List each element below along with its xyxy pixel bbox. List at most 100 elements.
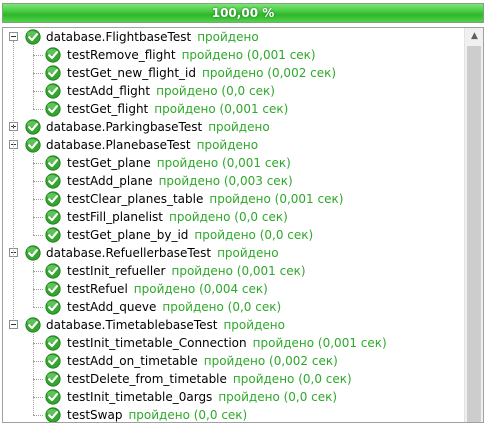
tree-node-label: testAdd_queve пройдено (0,0 сек) bbox=[67, 298, 281, 316]
green-check-icon bbox=[45, 227, 61, 243]
test-results-tree[interactable]: database.FlightbaseTest пройдено testRemov… bbox=[3, 28, 464, 422]
tree-connector bbox=[33, 307, 43, 308]
tree-node-label: testAdd_plane пройдено (0,003 сек) bbox=[67, 172, 293, 190]
test-name: testDelete_from_timetable bbox=[67, 372, 227, 386]
test-status: пройдено (0,001 сек) bbox=[154, 102, 289, 116]
test-node[interactable]: testInit_timetable_Connection пройдено (0… bbox=[3, 334, 443, 352]
tree-connector bbox=[33, 415, 43, 416]
test-name: testGet_new_flight_id bbox=[67, 66, 197, 80]
suite-node[interactable]: database.FlightbaseTest пройдено bbox=[3, 28, 443, 46]
tree-node-label: testDelete_from_timetable пройдено (0,0 с… bbox=[67, 370, 352, 388]
tree-node-label: testFill_planelist пройдено (0,0 сек) bbox=[67, 208, 288, 226]
test-node[interactable]: testGet_plane пройдено (0,001 сек) bbox=[3, 154, 443, 172]
tree-node-label: database.RefuellerbaseTest пройдено bbox=[46, 244, 279, 262]
suite-node[interactable]: database.ParkingbaseTest пройдено bbox=[3, 118, 443, 136]
tree-connector bbox=[33, 271, 43, 272]
green-check-icon bbox=[45, 83, 61, 99]
test-node[interactable]: testAdd_on_timetable пройдено (0,002 сек) bbox=[3, 352, 443, 370]
tree-connector bbox=[33, 343, 43, 344]
tree-connector bbox=[33, 235, 43, 236]
test-node[interactable]: testDelete_from_timetable пройдено (0,0 с… bbox=[3, 370, 443, 388]
test-status: пройдено (0,001 сек) bbox=[209, 192, 344, 206]
test-node[interactable]: testInit_refueller пройдено (0,001 сек) bbox=[3, 262, 443, 280]
test-status: пройдено (0,004 сек) bbox=[133, 282, 268, 296]
test-node[interactable]: testSwap пройдено (0,0 сек) bbox=[3, 406, 443, 422]
test-node[interactable]: testGet_plane_by_id пройдено (0,0 сек) bbox=[3, 226, 443, 244]
green-check-icon bbox=[45, 407, 61, 422]
test-name: testAdd_flight bbox=[67, 84, 151, 98]
tree-node-label: testGet_plane_by_id пройдено (0,0 сек) bbox=[67, 226, 313, 244]
green-check-icon bbox=[45, 209, 61, 225]
test-node[interactable]: testRefuel пройдено (0,004 сек) bbox=[3, 280, 443, 298]
suite-node[interactable]: database.RefuellerbaseTest пройдено bbox=[3, 244, 443, 262]
tree-connector bbox=[33, 109, 43, 110]
green-check-icon bbox=[45, 371, 61, 387]
tree-node-label: testSwap пройдено (0,0 сек) bbox=[67, 406, 247, 422]
tree-connector bbox=[33, 181, 43, 182]
test-name: database.TimetablebaseTest bbox=[46, 318, 218, 332]
test-status: пройдено bbox=[196, 138, 259, 152]
tree-connector bbox=[33, 163, 43, 164]
test-node[interactable]: testClear_planes_table пройдено (0,001 се… bbox=[3, 190, 443, 208]
test-name: testRefuel bbox=[67, 282, 128, 296]
test-status: пройдено (0,002 сек) bbox=[202, 66, 337, 80]
test-status: пройдено bbox=[217, 246, 279, 260]
tree-node-label: testAdd_on_timetable пройдено (0,002 сек) bbox=[67, 352, 338, 370]
test-name: testAdd_plane bbox=[67, 174, 153, 188]
tree-connector bbox=[33, 361, 43, 362]
green-check-icon bbox=[45, 281, 61, 297]
scrollbar-thumb[interactable] bbox=[467, 46, 481, 422]
test-name: testGet_flight bbox=[67, 102, 149, 116]
tree-connector bbox=[33, 73, 43, 74]
test-status: пройдено (0,001 сек) bbox=[171, 264, 306, 278]
test-status: пройдено (0,0 сек) bbox=[218, 390, 338, 404]
test-status: пройдено (0,0 сек) bbox=[169, 210, 288, 224]
tree-connector bbox=[33, 289, 43, 290]
arrow-up-icon[interactable]: ▲ bbox=[466, 28, 483, 45]
test-status: пройдено (0,001 сек) bbox=[156, 156, 291, 170]
suite-node[interactable]: database.PlanebaseTest пройдено bbox=[3, 136, 443, 154]
test-status: пройдено (0,002 сек) bbox=[203, 354, 338, 368]
suite-node[interactable]: database.TimetablebaseTest пройдено bbox=[3, 316, 443, 334]
green-check-icon bbox=[45, 173, 61, 189]
green-check-icon bbox=[25, 29, 41, 45]
test-node[interactable]: testInit_timetable_0args пройдено (0,0 се… bbox=[3, 388, 443, 406]
test-name: testGet_plane bbox=[67, 156, 151, 170]
test-node[interactable]: testGet_new_flight_id пройдено (0,002 сек… bbox=[3, 64, 443, 82]
test-status: пройдено (0,001 сек) bbox=[181, 48, 316, 62]
tree-connector bbox=[33, 332, 34, 415]
vertical-scrollbar[interactable]: ▲ bbox=[464, 28, 483, 422]
test-node[interactable]: testAdd_flight пройдено (0,0 сек) bbox=[3, 82, 443, 100]
test-status: пройдено bbox=[223, 318, 285, 332]
test-node[interactable]: testAdd_queve пройдено (0,0 сек) bbox=[3, 298, 443, 316]
tree-node-label: testInit_timetable_0args пройдено (0,0 се… bbox=[67, 388, 337, 406]
green-check-icon bbox=[45, 65, 61, 81]
tree-connector bbox=[33, 152, 34, 235]
tree-node-label: testGet_flight пройдено (0,001 сек) bbox=[67, 100, 288, 118]
test-node[interactable]: testRemove_flight пройдено (0,001 сек) bbox=[3, 46, 443, 64]
test-name: testSwap bbox=[67, 408, 123, 422]
test-name: database.PlanebaseTest bbox=[46, 138, 191, 152]
test-node[interactable]: testGet_flight пройдено (0,001 сек) bbox=[3, 100, 443, 118]
test-status: пройдено (0,0 сек) bbox=[162, 300, 282, 314]
tree-node-label: testRemove_flight пройдено (0,001 сек) bbox=[67, 46, 316, 64]
progress-label: 100,00 % bbox=[211, 6, 275, 20]
test-node[interactable]: testFill_planelist пройдено (0,0 сек) bbox=[3, 208, 443, 226]
tree-connector bbox=[33, 379, 43, 380]
test-node[interactable]: testAdd_plane пройдено (0,003 сек) bbox=[3, 172, 443, 190]
test-name: testRemove_flight bbox=[67, 48, 176, 62]
test-name: testClear_planes_table bbox=[67, 192, 204, 206]
green-check-icon bbox=[45, 101, 61, 117]
test-name: database.ParkingbaseTest bbox=[46, 120, 203, 134]
test-status: пройдено (0,003 сек) bbox=[158, 174, 293, 188]
tree-node-label: database.ParkingbaseTest пройдено bbox=[46, 118, 270, 136]
collapse-toggle-icon[interactable] bbox=[9, 32, 18, 41]
test-name: database.FlightbaseTest bbox=[46, 30, 192, 44]
green-check-icon bbox=[45, 353, 61, 369]
test-name: testAdd_queve bbox=[67, 300, 157, 314]
test-progress-bar: 100,00 % bbox=[2, 3, 484, 23]
tree-node-label: testAdd_flight пройдено (0,0 сек) bbox=[67, 82, 275, 100]
tree-connector bbox=[33, 397, 43, 398]
green-check-icon bbox=[45, 191, 61, 207]
collapse-toggle-icon[interactable] bbox=[9, 320, 18, 329]
